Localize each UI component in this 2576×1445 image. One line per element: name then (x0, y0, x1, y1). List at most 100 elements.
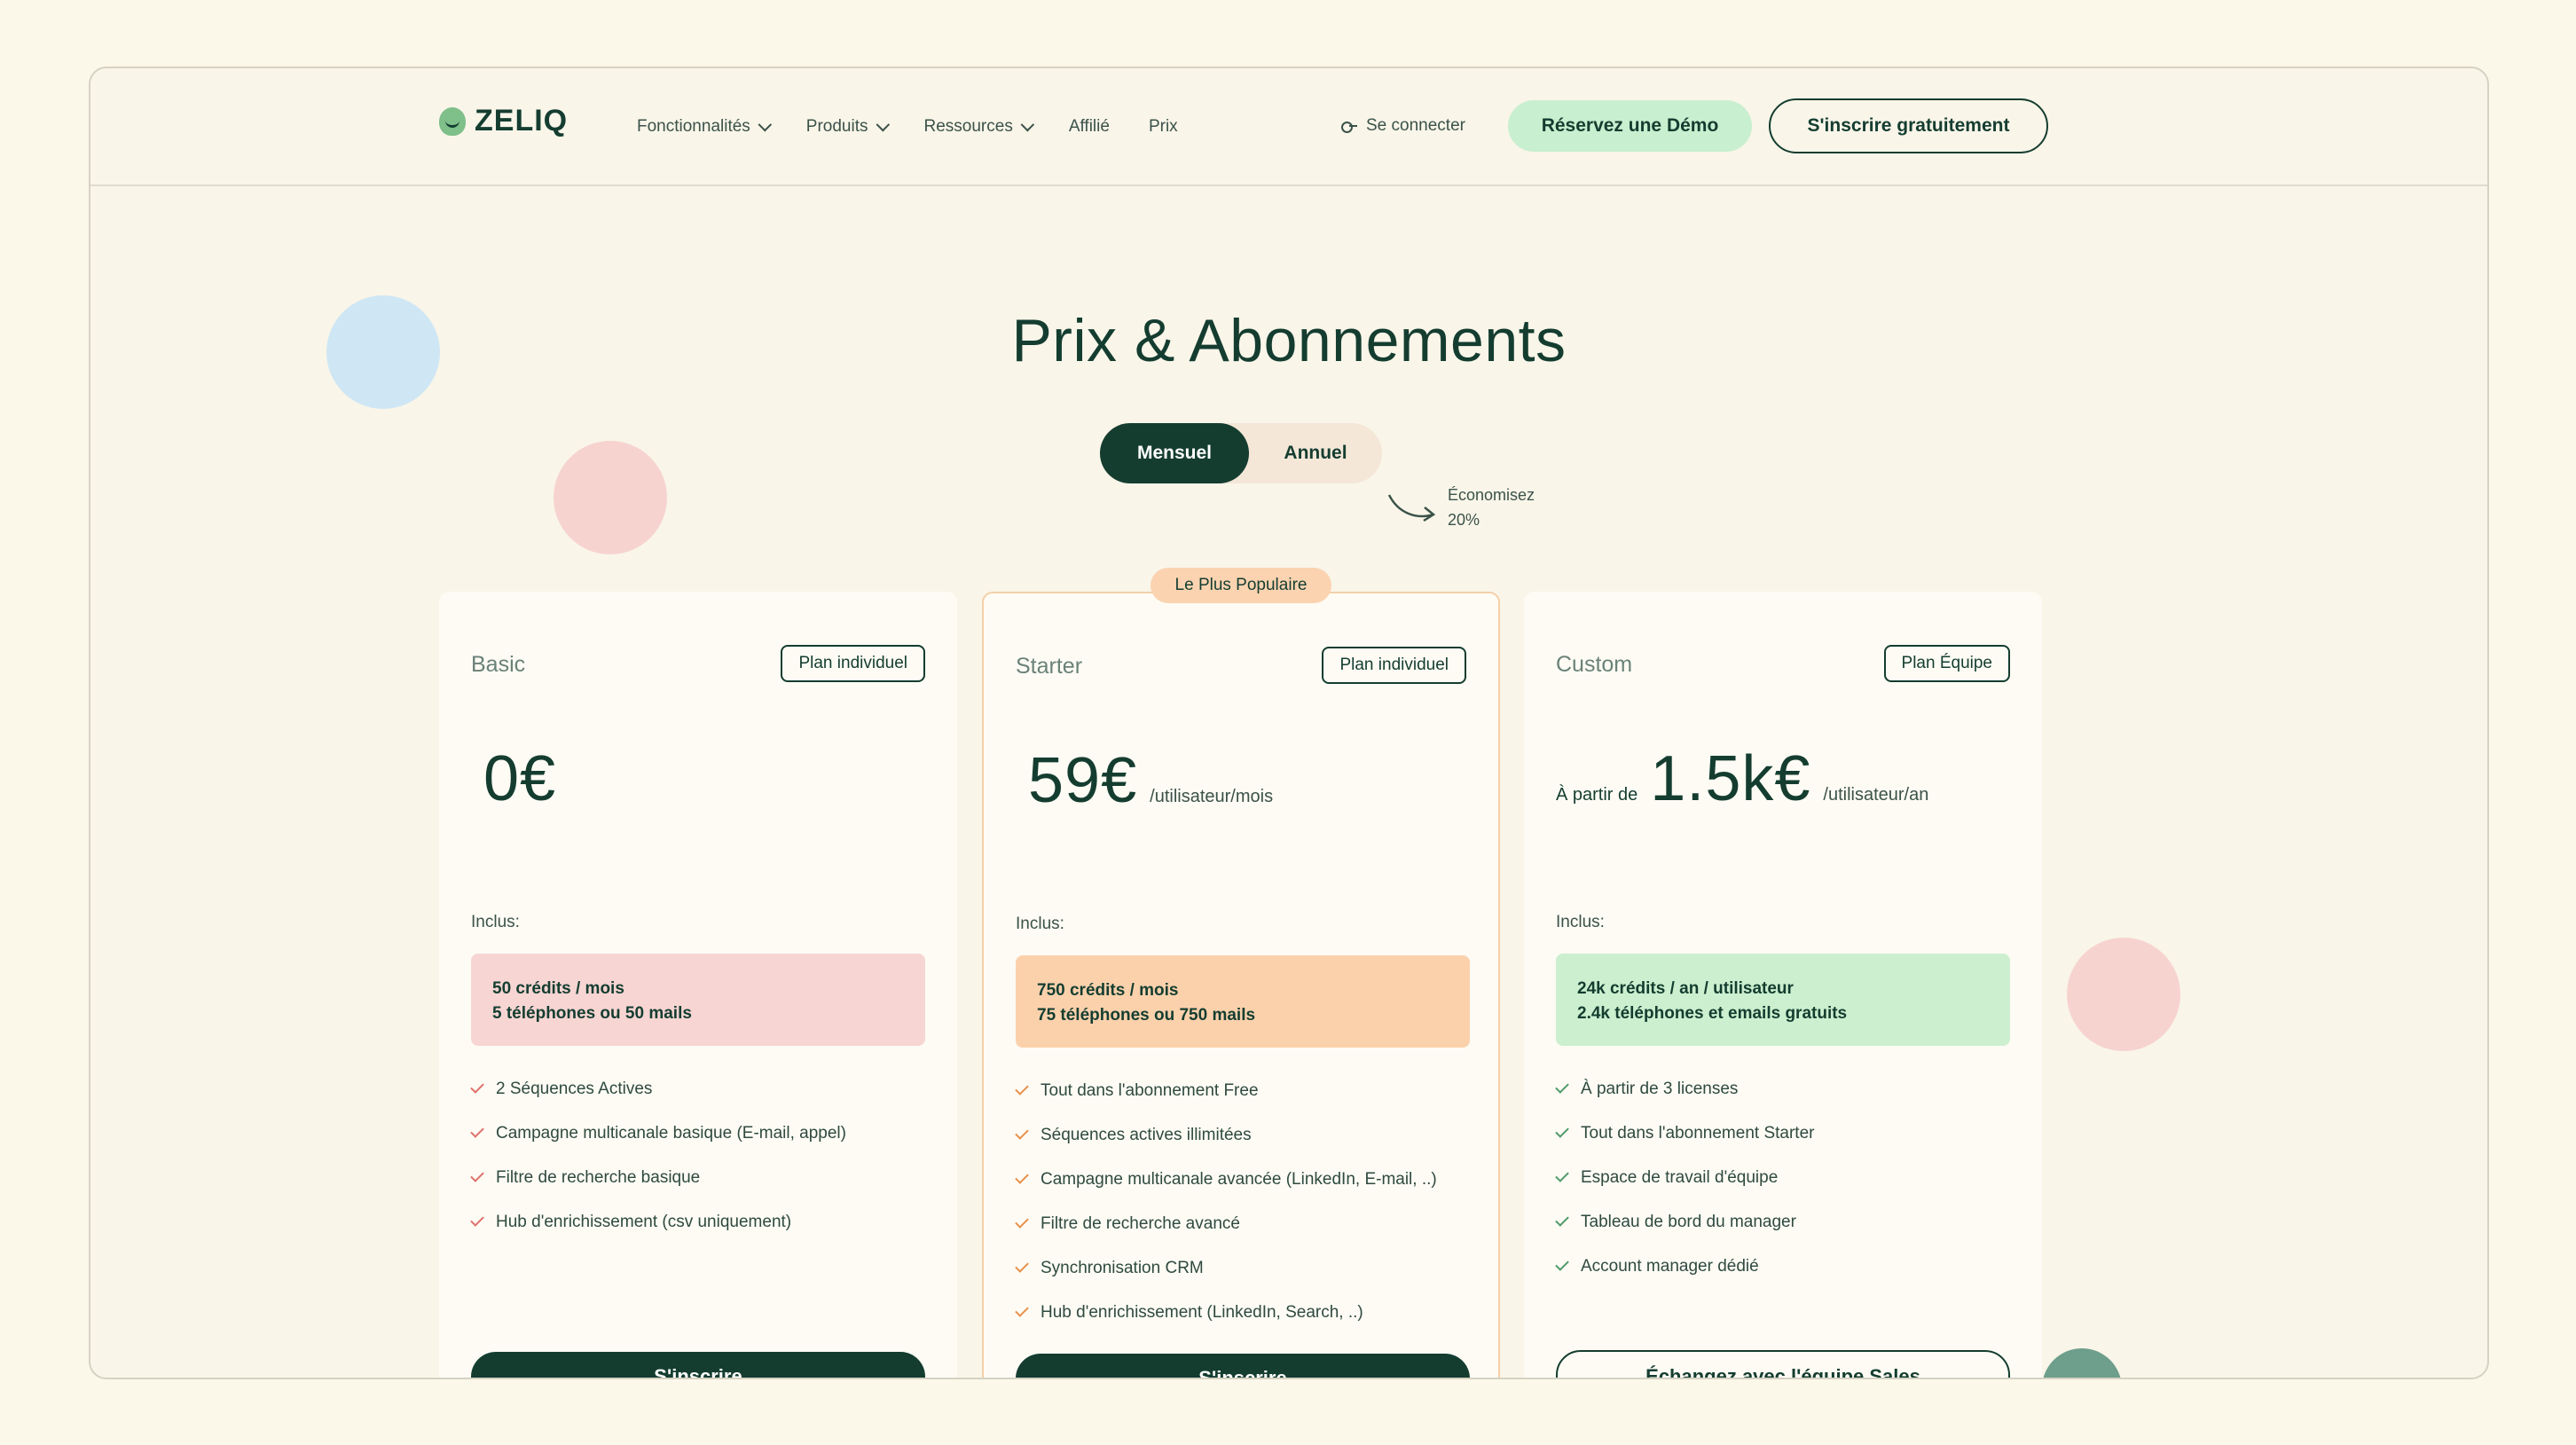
plan-cta-button[interactable]: S'inscrire (1016, 1354, 1470, 1378)
feature-item: Hub d'enrichissement (csv uniquement) (470, 1211, 925, 1234)
credits-line: 5 téléphones ou 50 mails (492, 1004, 692, 1023)
checkmark-icon (470, 1124, 484, 1138)
feature-item: Tout dans l'abonnement Free (1015, 1080, 1470, 1103)
checkmark-icon (1015, 1126, 1029, 1140)
feature-item: Campagne multicanale basique (E-mail, ap… (470, 1122, 925, 1145)
credits-line: 50 crédits / mois (492, 979, 624, 998)
price-prefix: À partir de (1556, 785, 1638, 805)
price-row: 0€ (471, 742, 569, 815)
checkmark-icon (1015, 1303, 1029, 1317)
nav-item-label: Ressources (923, 117, 1013, 136)
feature-text: À partir de 3 licenses (1581, 1080, 1739, 1098)
logo-icon (439, 106, 466, 136)
feature-text: Account manager dédié (1581, 1257, 1759, 1276)
feature-item: Filtre de recherche basique (470, 1166, 925, 1190)
curved-arrow-icon (1387, 494, 1436, 522)
decorative-circle-green (2042, 1348, 2122, 1378)
nav-item-label: Fonctionnalités (637, 117, 750, 136)
decorative-circle-pink (554, 441, 667, 554)
feature-item: Tout dans l'abonnement Starter (1555, 1122, 2010, 1145)
checkmark-icon (470, 1213, 484, 1227)
main-menu: Fonctionnalités Produits Ressources Affi… (637, 117, 1178, 137)
credits-line: 750 crédits / mois (1037, 981, 1179, 1000)
browser-frame: ZELIQ Fonctionnalités Produits Ressource… (89, 67, 2489, 1379)
checkmark-icon (470, 1168, 484, 1182)
price-value: 59€ (1028, 745, 1138, 816)
feature-text: Tout dans l'abonnement Starter (1581, 1124, 1815, 1143)
nav-item-ressources[interactable]: Ressources (923, 117, 1034, 137)
billing-toggle: Mensuel Annuel (1100, 423, 1382, 483)
toggle-monthly[interactable]: Mensuel (1100, 423, 1249, 483)
logo[interactable]: ZELIQ (439, 104, 568, 138)
included-label: Inclus: (471, 913, 520, 931)
feature-item: 2 Séquences Actives (470, 1078, 925, 1101)
feature-item: Filtre de recherche avancé (1015, 1213, 1470, 1236)
credits-box: 750 crédits / mois 75 téléphones ou 750 … (1016, 955, 1470, 1048)
checkmark-icon (1015, 1259, 1029, 1273)
chevron-down-icon (876, 117, 890, 131)
feature-text: Espace de travail d'équipe (1581, 1168, 1779, 1187)
credits-box: 50 crédits / mois 5 téléphones ou 50 mai… (471, 954, 925, 1046)
checkmark-icon (1015, 1214, 1029, 1229)
checkmark-icon (1555, 1213, 1569, 1227)
price-value: 0€ (483, 743, 557, 814)
feature-item: Tableau de bord du manager (1555, 1211, 2010, 1234)
checkmark-icon (1015, 1081, 1029, 1096)
nav-item-prix[interactable]: Prix (1149, 117, 1178, 137)
plan-name: Starter (1016, 654, 1083, 679)
credits-box: 24k crédits / an / utilisateur 2.4k télé… (1556, 954, 2010, 1046)
included-label: Inclus: (1556, 913, 1605, 931)
login-link[interactable]: Se connecter (1341, 116, 1465, 136)
login-label: Se connecter (1366, 116, 1465, 135)
signup-free-button[interactable]: S'inscrire gratuitement (1769, 98, 2048, 153)
nav-item-affilie[interactable]: Affilié (1069, 117, 1110, 137)
top-navbar: ZELIQ Fonctionnalités Produits Ressource… (90, 68, 2487, 186)
feature-text: Tout dans l'abonnement Free (1041, 1081, 1259, 1100)
credits-line: 75 téléphones ou 750 mails (1037, 1006, 1256, 1025)
feature-text: Tableau de bord du manager (1581, 1213, 1796, 1231)
price-unit: /utilisateur/an (1823, 785, 1929, 805)
plan-type-badge: Plan individuel (781, 645, 925, 682)
feature-text: Filtre de recherche avancé (1041, 1214, 1240, 1233)
feature-text: Séquences actives illimitées (1041, 1126, 1252, 1144)
checkmark-icon (470, 1080, 484, 1094)
chevron-down-icon (758, 117, 772, 131)
plan-card-starter: Starter Plan individuel 59€ /utilisateur… (982, 592, 1500, 1378)
price-unit: /utilisateur/mois (1150, 787, 1274, 806)
feature-text: Hub d'enrichissement (LinkedIn, Search, … (1041, 1303, 1363, 1322)
book-demo-button[interactable]: Réservez une Démo (1508, 100, 1752, 152)
price-value: 1.5k€ (1650, 743, 1811, 814)
feature-list: 2 Séquences Actives Campagne multicanale … (470, 1078, 925, 1255)
toggle-annual[interactable]: Annuel (1249, 423, 1382, 483)
key-icon (1341, 120, 1357, 133)
checkmark-icon (1555, 1124, 1569, 1138)
nav-item-label: Affilié (1068, 117, 1110, 136)
plan-cta-button[interactable]: Échangez avec l'équipe Sales (1556, 1350, 2010, 1378)
feature-item: Hub d'enrichissement (LinkedIn, Search, … (1015, 1301, 1470, 1324)
feature-item: Séquences actives illimitées (1015, 1124, 1470, 1147)
feature-list: À partir de 3 licenses Tout dans l'abonne… (1555, 1078, 2010, 1300)
checkmark-icon (1555, 1257, 1569, 1271)
feature-item: Campagne multicanale avancée (LinkedIn, … (1015, 1168, 1470, 1191)
page-title: Prix & Abonnements (1011, 307, 1567, 374)
feature-item: Espace de travail d'équipe (1555, 1166, 2010, 1190)
feature-text: Filtre de recherche basique (496, 1168, 701, 1187)
credits-line: 2.4k téléphones et emails gratuits (1577, 1004, 1848, 1023)
plan-name: Custom (1556, 652, 1633, 677)
price-row: 59€ /utilisateur/mois (1016, 744, 1273, 817)
checkmark-icon (1015, 1170, 1029, 1184)
checkmark-icon (1555, 1168, 1569, 1182)
decorative-circle-pink (2067, 938, 2180, 1051)
nav-item-label: Produits (805, 117, 868, 136)
plan-card-custom: Custom Plan Équipe À partir de 1.5k€ /ut… (1524, 592, 2042, 1378)
plan-type-badge: Plan individuel (1322, 647, 1466, 684)
feature-item: Synchronisation CRM (1015, 1257, 1470, 1280)
nav-item-produits[interactable]: Produits (805, 117, 890, 137)
nav-item-fonctionnalites[interactable]: Fonctionnalités (637, 117, 772, 137)
feature-text: Synchronisation CRM (1041, 1259, 1204, 1277)
plan-card-basic: Basic Plan individuel 0€ Inclus: 50 créd… (439, 592, 957, 1378)
plan-cta-button[interactable]: S'inscrire (471, 1352, 925, 1378)
feature-text: 2 Séquences Actives (496, 1080, 653, 1098)
feature-text: Hub d'enrichissement (csv uniquement) (496, 1213, 792, 1231)
plan-name: Basic (471, 652, 526, 677)
